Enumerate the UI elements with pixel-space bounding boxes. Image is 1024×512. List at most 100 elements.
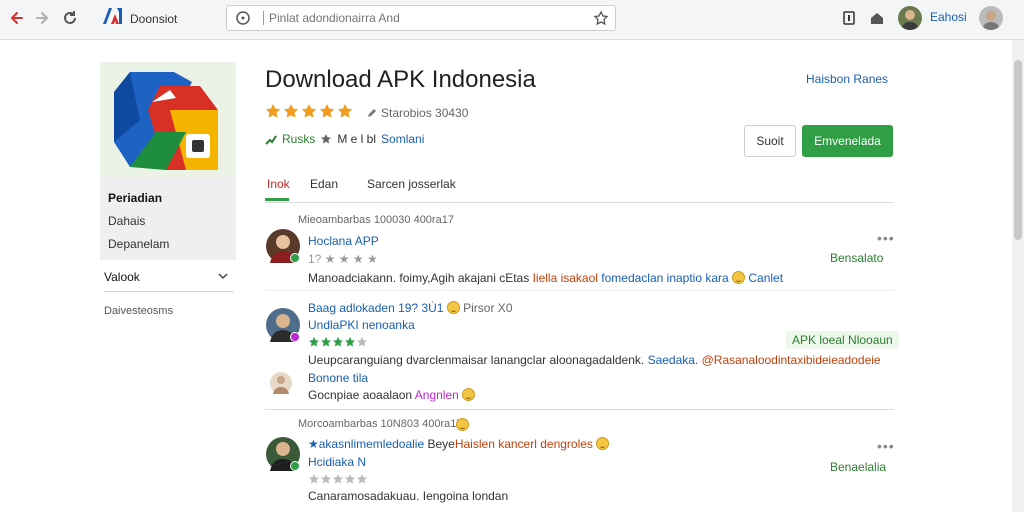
review-2-text-part: Ueupcaranguiang dvarclenmaisar lanangcla… — [308, 353, 648, 367]
sidebar-item-2[interactable]: Dahais — [108, 214, 145, 228]
page-scrollbar[interactable] — [1012, 40, 1024, 512]
review-3-name-part: Beye — [427, 437, 455, 451]
review-3-helpful[interactable]: Benaelalia — [830, 460, 886, 474]
review-1-sub: 1? ★ ★ ★ ★ — [308, 252, 378, 266]
home-icon[interactable] — [866, 7, 888, 29]
reply-link[interactable]: Angnlen — [415, 388, 459, 402]
review-3-text-part: Canaramosadakuau. Iengoina londan — [308, 489, 509, 503]
star-outline-icon — [321, 134, 332, 144]
review-1-helpful[interactable]: Bensalato — [830, 251, 883, 265]
address-bar[interactable] — [226, 5, 616, 31]
sidebar-footer-link[interactable]: Daivesteosms — [104, 305, 173, 317]
review-1-more-icon[interactable]: ••• — [877, 230, 895, 246]
review-2-helpful[interactable]: APK loeal Nlooaun — [786, 331, 899, 349]
site-info-icon[interactable] — [235, 10, 251, 31]
review-2-name[interactable]: UndlaPKI nenoanka — [308, 318, 415, 332]
review-1-text-part: fomedaclan inaptio kara — [601, 271, 733, 285]
reply-text: Gocnpiae aoaalaon Angnlen — [308, 388, 476, 402]
meta-primary[interactable]: Rusks — [282, 132, 315, 146]
review-3-date: Morcoambarbas 10N803 400ra17 — [298, 418, 463, 430]
star-icon — [319, 104, 335, 118]
reload-icon[interactable] — [59, 7, 81, 29]
star-outline-icon — [345, 474, 355, 484]
review-divider — [265, 290, 894, 291]
app-meta-row: Rusks M e l bl Somlani — [265, 132, 424, 146]
pen-icon — [368, 109, 376, 117]
review-3-text: Canaramosadakuau. Iengoina londan — [308, 489, 508, 503]
sidebar-item-3[interactable]: Depanelam — [108, 237, 169, 251]
forward-arrow-icon[interactable] — [31, 7, 53, 29]
profile-name[interactable]: Eahosi — [930, 10, 967, 24]
smile-emoji-icon — [732, 271, 746, 284]
tab-1[interactable]: Inok — [267, 177, 290, 191]
review-2-text: Ueupcaranguiang dvarclenmaisar lanangcla… — [308, 353, 881, 367]
verified-badge-icon — [290, 332, 300, 342]
sidebar-dropdown[interactable]: Valook — [104, 266, 234, 292]
tabs-divider — [265, 202, 894, 203]
smile-emoji-icon — [446, 301, 460, 314]
address-input[interactable] — [269, 9, 579, 27]
scrollbar-thumb[interactable] — [1014, 60, 1022, 240]
smile-emoji-icon — [456, 418, 469, 431]
review-3-name-part: kancerl dengroles — [494, 437, 593, 451]
tab-2[interactable]: Edan — [310, 177, 338, 191]
star-outline-icon — [333, 474, 343, 484]
account-avatar[interactable] — [979, 6, 1003, 30]
browser-brand[interactable]: Doonsiot — [102, 7, 177, 30]
chevron-down-icon — [218, 273, 228, 280]
star-icon — [309, 337, 319, 347]
star-icon — [337, 104, 353, 118]
rating-meta: Starobios 30430 — [367, 106, 468, 120]
review-2-date: Baag adlokaden 19? 3Ú1 Pirsor X0 — [308, 301, 513, 315]
star-icon — [333, 337, 343, 347]
reply-text-part: Gocnpiae aoaalaon — [308, 388, 413, 402]
review-3-name[interactable]: ★akasnlimemledoalie BeyeHaislen kancerl … — [308, 437, 610, 451]
star-outline-icon — [309, 474, 319, 484]
brand-logo-icon — [102, 7, 124, 30]
reply-name[interactable]: Bonone tila — [308, 371, 368, 385]
active-tab-indicator — [265, 198, 289, 201]
review-3-subname[interactable]: Hcidiaka N — [308, 455, 366, 469]
smile-emoji-icon — [596, 437, 610, 450]
bookmark-icon[interactable] — [593, 10, 609, 31]
app-rating-stars — [265, 103, 353, 119]
smile-emoji-icon — [462, 388, 476, 401]
star-outline-icon — [357, 474, 367, 484]
address-separator — [263, 11, 264, 25]
verified-badge-icon — [290, 253, 300, 263]
star-icon — [321, 337, 331, 347]
share-button[interactable]: Suoit — [744, 125, 796, 157]
review-1-date: Mieoambarbas 100030 400ra17 — [298, 214, 454, 226]
review-2-date-text: Baag adlokaden 19? 3Ú1 — [308, 301, 444, 315]
star-icon — [301, 104, 317, 118]
meta-secondary: M e l bl — [337, 132, 377, 146]
install-button[interactable]: Emvenelada — [802, 125, 893, 157]
back-arrow-icon[interactable] — [6, 7, 28, 29]
review-3-name-part: Haislen — [454, 437, 495, 451]
review-1-text-part[interactable]: Canlet — [745, 271, 783, 285]
rating-count: Starobios 30430 — [381, 106, 469, 120]
review-2-text-part[interactable]: Saedaka. — [648, 353, 702, 367]
user-avatar[interactable] — [898, 6, 922, 30]
brand-name: Doonsiot — [130, 11, 178, 26]
browser-toolbar: Doonsiot Eahosi — [0, 0, 1024, 40]
verified-badge-icon — [290, 461, 300, 471]
review-1-text-part: Manoadciakann. foimy,Agih akajani cEtas — [308, 271, 533, 285]
review-1-text: Manoadciakann. foimy,Agih akajani cEtas … — [308, 271, 783, 285]
review-2-date-tail: Pirsor X0 — [463, 301, 513, 315]
app-icon-container — [100, 62, 236, 178]
extension-icon[interactable] — [838, 7, 860, 29]
review-2-text-part[interactable]: @Rasanaloodintaxibideieadodeie — [702, 353, 881, 367]
star-outline-icon — [321, 474, 331, 484]
app-title: Download APK Indonesia — [265, 66, 536, 93]
developer-link[interactable]: Haisbon Ranes — [806, 72, 888, 86]
review-1-name[interactable]: Hoclana APP — [308, 234, 379, 248]
review-3-more-icon[interactable]: ••• — [877, 438, 895, 454]
review-1-text-part: Iiella isakaol — [532, 271, 602, 285]
sidebar-item-1[interactable]: Periadian — [108, 191, 162, 205]
tab-3[interactable]: Sarcen josserlak — [367, 177, 456, 191]
review-2-stars — [308, 336, 370, 348]
meta-link[interactable]: Somlani — [381, 132, 424, 146]
review-3-stars — [308, 473, 370, 485]
star-outline-icon — [357, 337, 367, 347]
